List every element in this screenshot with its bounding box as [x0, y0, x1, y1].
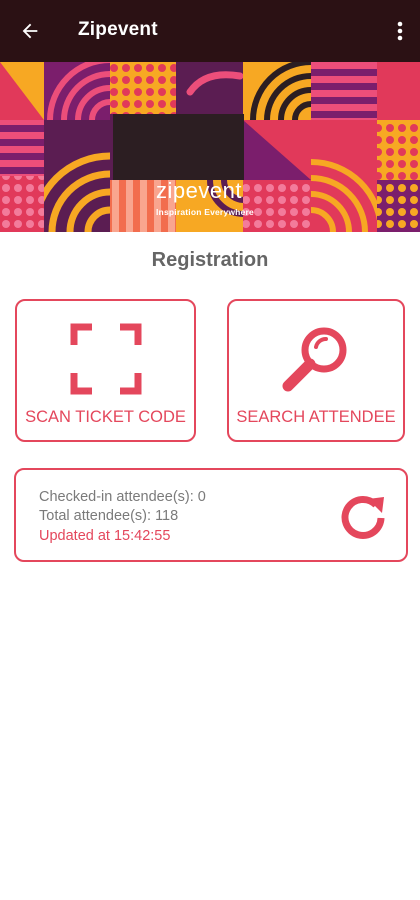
- overflow-menu-button[interactable]: [388, 15, 412, 47]
- brand-tagline: Inspiration Everywhere: [156, 207, 254, 217]
- total-attendees-count: Total attendee(s): 118: [39, 508, 179, 524]
- brand-logo-text: zipevent: [156, 178, 242, 203]
- more-vertical-icon: [397, 21, 403, 41]
- attendee-stats-card: Checked-in attendee(s): 0 Total attendee…: [14, 468, 408, 562]
- last-updated-time: Updated at 15:42:55: [39, 528, 171, 544]
- event-banner: zipevent Inspiration Everywhere: [0, 62, 420, 232]
- refresh-button[interactable]: [338, 491, 388, 541]
- back-button[interactable]: [14, 15, 46, 47]
- search-icon: [282, 327, 347, 392]
- checked-in-count: Checked-in attendee(s): 0: [39, 489, 206, 505]
- scan-frame-icon: [70, 323, 141, 395]
- search-attendee-label: SEARCH ATTENDEE: [236, 408, 396, 426]
- brand-box: zipevent Inspiration Everywhere: [113, 114, 254, 217]
- arrow-left-icon: [22, 23, 38, 39]
- search-attendee-button[interactable]: SEARCH ATTENDEE: [227, 299, 405, 442]
- app-title: Zipevent: [78, 19, 158, 40]
- scan-ticket-code-button[interactable]: SCAN TICKET CODE: [15, 299, 196, 442]
- refresh-icon: [341, 495, 385, 539]
- scan-ticket-code-label: SCAN TICKET CODE: [25, 408, 186, 426]
- app-bar: Zipevent: [0, 0, 420, 62]
- page-title: Registration: [151, 249, 269, 271]
